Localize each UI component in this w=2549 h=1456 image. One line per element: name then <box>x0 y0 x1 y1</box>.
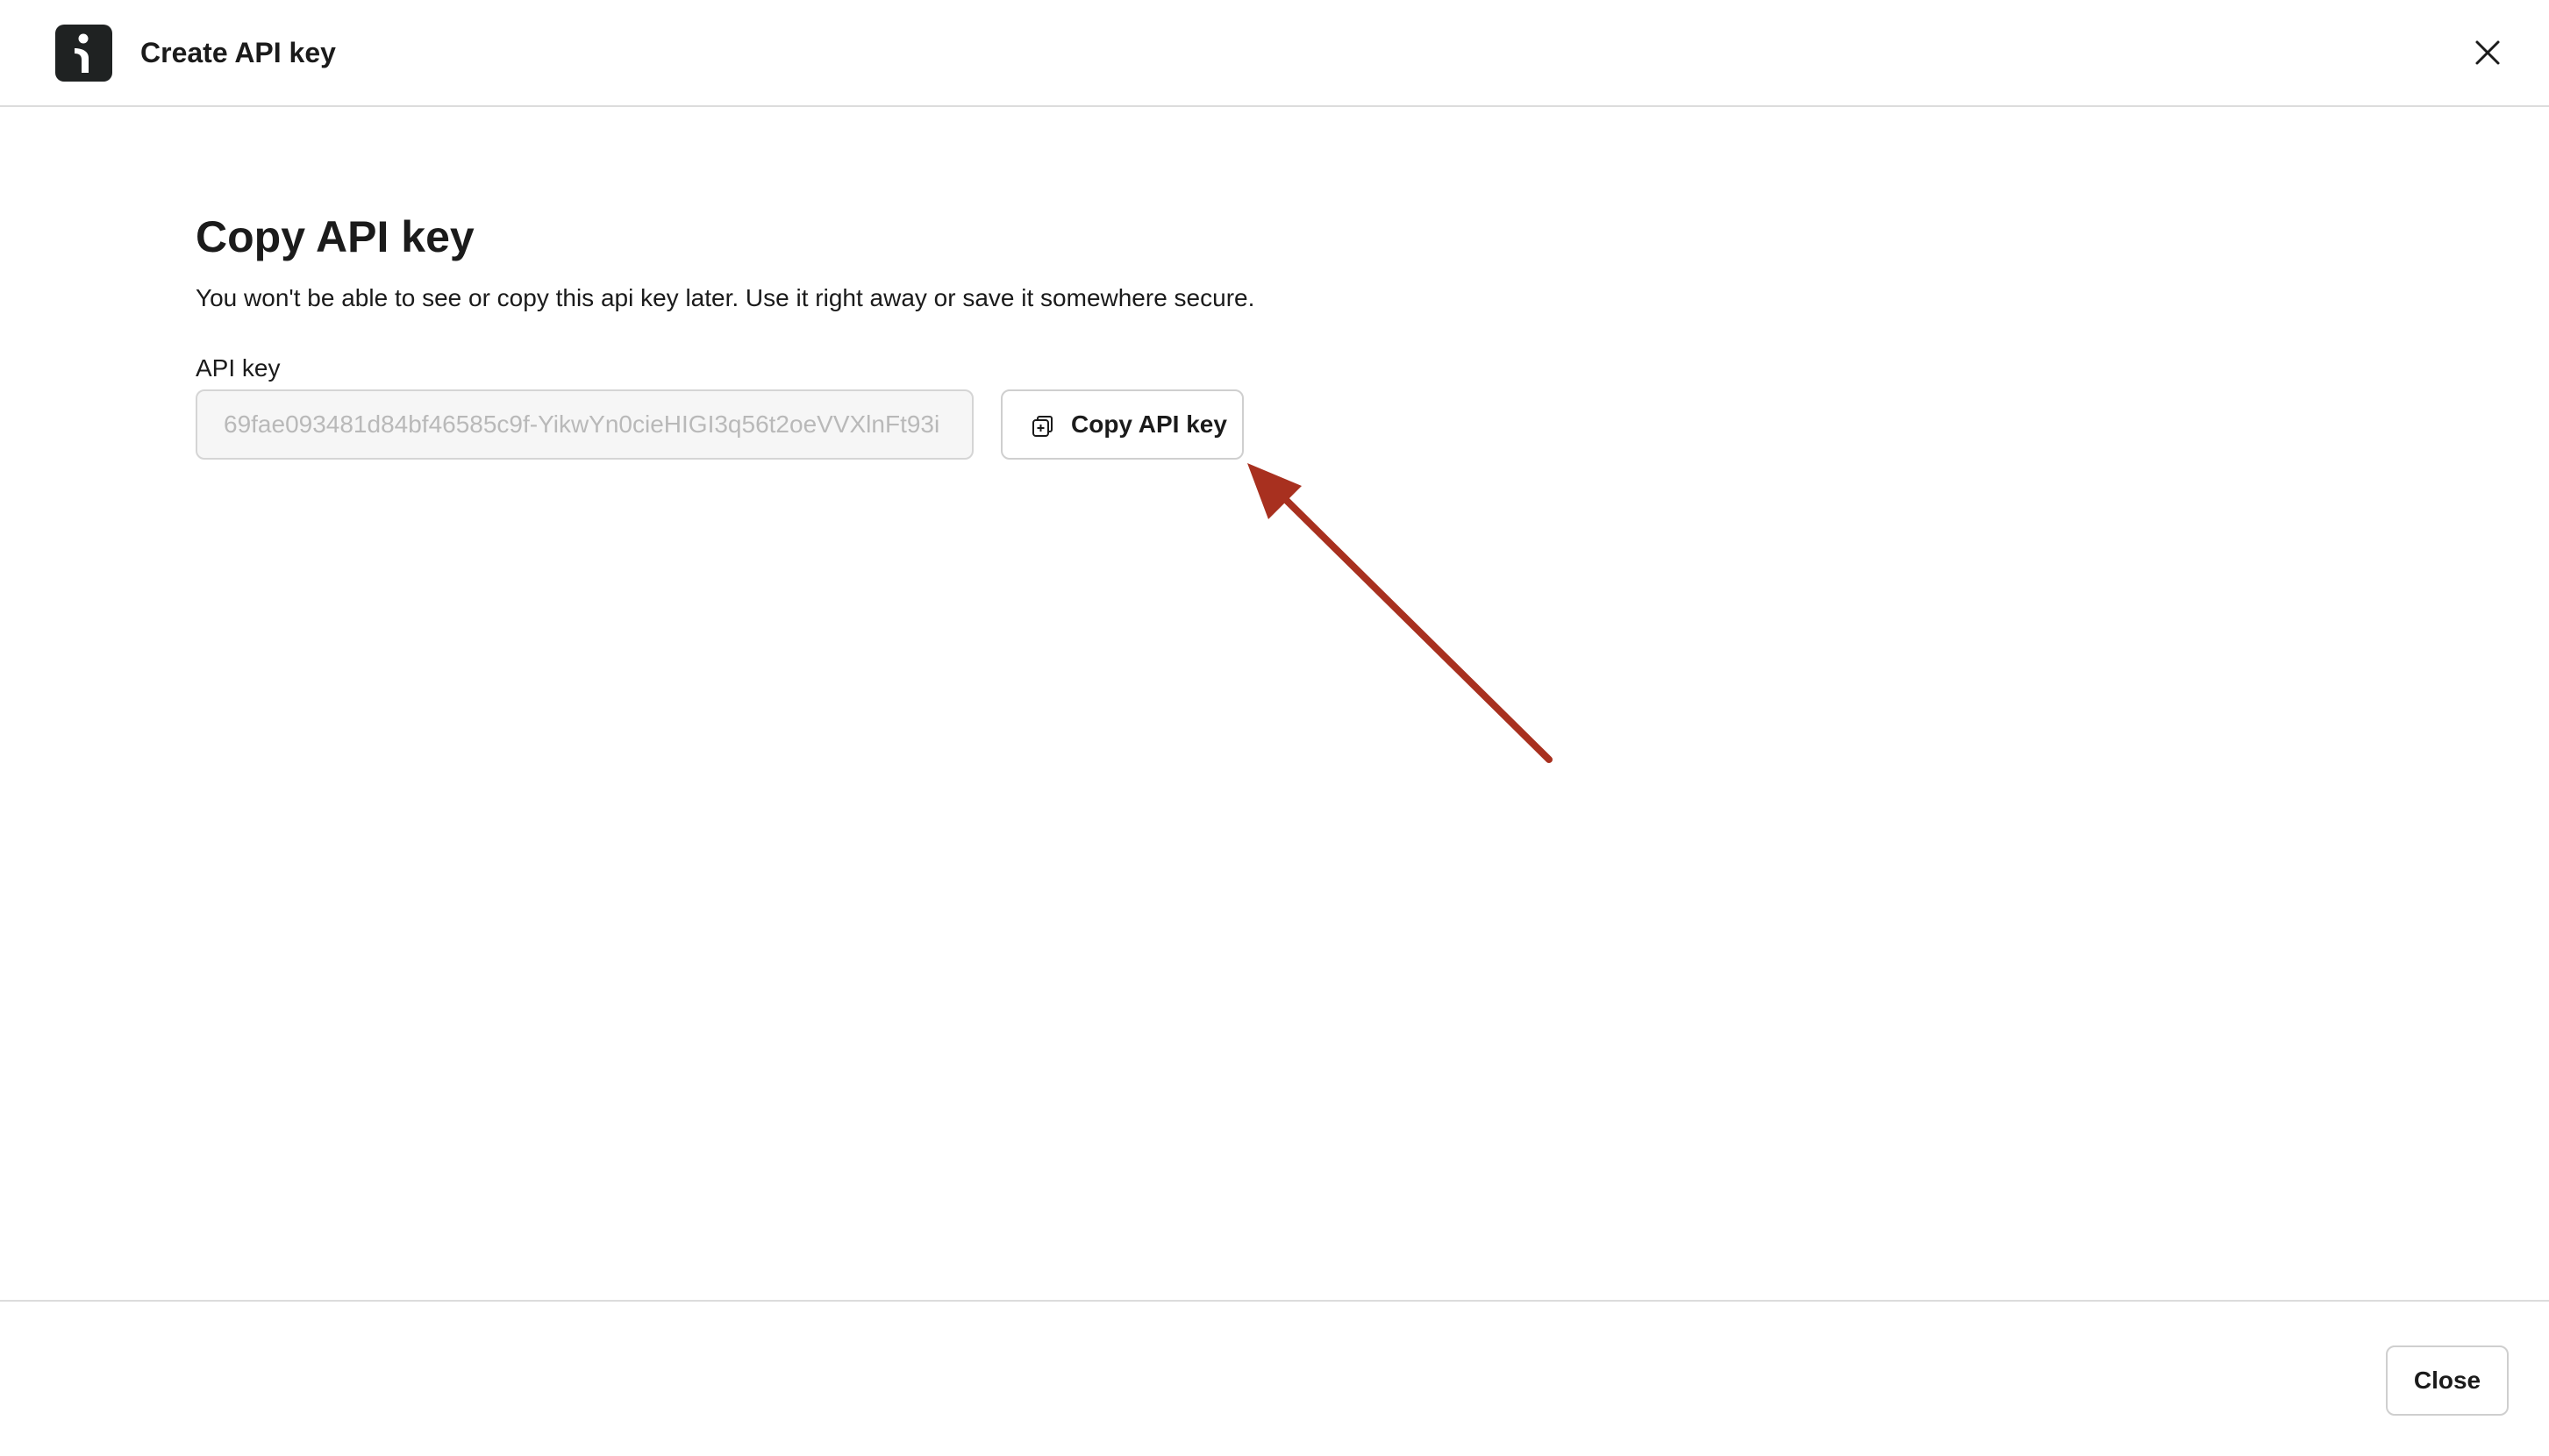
dialog-header: Create API key <box>0 0 2549 107</box>
dialog-footer: Close <box>0 1300 2549 1456</box>
api-key-label: API key <box>196 354 281 382</box>
close-button[interactable]: Close <box>2386 1345 2509 1416</box>
close-icon[interactable] <box>2470 35 2505 70</box>
copy-button-label: Copy API key <box>1071 410 1227 438</box>
page-title: Copy API key <box>196 212 475 261</box>
copy-icon <box>1032 416 1053 437</box>
brand-logo-icon <box>55 25 112 82</box>
copy-api-key-button[interactable]: Copy API key <box>1001 389 1244 460</box>
dialog-title: Create API key <box>140 37 336 68</box>
annotation-arrow-icon <box>1247 463 1553 763</box>
create-api-key-dialog: Create API key Copy API key You won't be… <box>0 0 2549 1456</box>
api-key-field[interactable] <box>196 389 974 460</box>
warning-description: You won't be able to see or copy this ap… <box>196 284 1255 311</box>
